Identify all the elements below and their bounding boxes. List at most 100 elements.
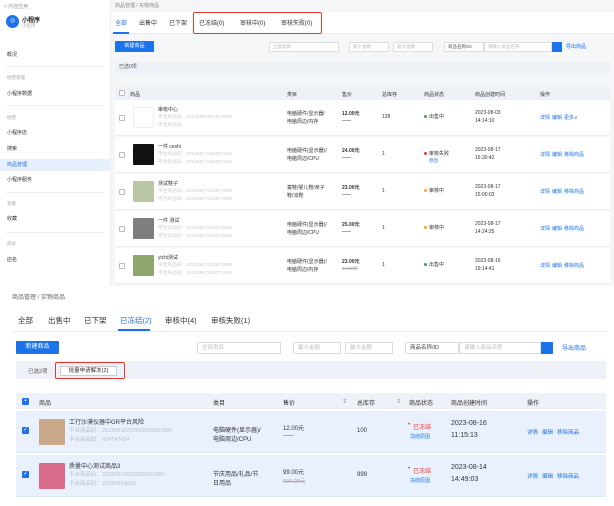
- select-all-checkbox[interactable]: [119, 90, 125, 96]
- status-badge: 审核失败: [429, 151, 450, 157]
- row-action-2[interactable]: 移除商品: [557, 472, 579, 480]
- row-checkbox[interactable]: [119, 226, 125, 232]
- tab-under-review[interactable]: 审核中(4): [165, 315, 197, 326]
- product-name[interactable]: 审核中心: [158, 106, 178, 113]
- product-code: 平台商品码：: [158, 122, 187, 127]
- tab-bar: 全部 出售中 已下架 已冻结(0) 审核中(0) 审核失败(0): [111, 12, 614, 34]
- row-action-0[interactable]: 详情: [540, 262, 550, 269]
- sidebar-item-data[interactable]: 小程序数据: [0, 88, 110, 100]
- tab-review-failed[interactable]: 审核失败(1): [211, 315, 250, 326]
- product-name[interactable]: 测试鞋子: [158, 180, 178, 187]
- row-action-0[interactable]: 详情: [540, 225, 550, 232]
- row-action-0[interactable]: 详情: [540, 188, 550, 195]
- product-category: 电脑周边/CPU: [287, 230, 319, 236]
- created-date: 2023-08-16: [475, 258, 501, 264]
- name-type-select[interactable]: 商品名称/ID: [405, 342, 459, 354]
- min-price-input[interactable]: 最小金额: [349, 42, 389, 52]
- product-name[interactable]: 一件 测试: [158, 217, 179, 224]
- row-action-1[interactable]: 编辑: [542, 428, 553, 436]
- search-button[interactable]: [541, 342, 553, 354]
- table-row: 一件 测试 平台商品码：20230817163071892 平台商品码：202308…: [115, 211, 610, 247]
- row-action-2[interactable]: 移除商品: [557, 428, 579, 436]
- row-checkbox[interactable]: [119, 152, 125, 158]
- tab-on-sale[interactable]: 出售中: [48, 315, 71, 326]
- header-created-time: 商品创建时间: [451, 401, 488, 407]
- tab-all[interactable]: 全部: [115, 18, 127, 27]
- name-type-select[interactable]: 商品名称/ID: [444, 42, 484, 52]
- name-search-input[interactable]: 请输入商品名称: [484, 42, 552, 52]
- header-actions: 操作: [540, 92, 551, 98]
- row-checkbox[interactable]: ✓: [22, 427, 29, 434]
- row-action-1[interactable]: 编辑: [552, 225, 562, 232]
- max-price-input[interactable]: 最大金额: [345, 342, 393, 354]
- row-action-0[interactable]: 详情: [540, 151, 550, 158]
- row-action-1[interactable]: 编辑: [552, 114, 562, 121]
- max-price-input[interactable]: 最大金额: [393, 42, 433, 52]
- product-stock: 999: [357, 472, 368, 478]
- row-action-2[interactable]: 移除商品: [564, 151, 584, 158]
- sidebar-item-store[interactable]: 小程序店: [0, 127, 110, 139]
- freeze-reason-link[interactable]: 冻结原因: [410, 433, 430, 440]
- search-button[interactable]: [552, 42, 562, 52]
- row-action-2[interactable]: 更多∨: [564, 114, 578, 121]
- row-action-0[interactable]: 详情: [527, 428, 538, 436]
- product-original-price: ——: [342, 229, 351, 234]
- created-date: 2023-08-16: [451, 420, 487, 427]
- product-name[interactable]: 质量中心测试商品3: [69, 461, 120, 470]
- sort-icon[interactable]: ⇕: [396, 398, 401, 405]
- sidebar-back-link[interactable]: < 内容应用: [4, 3, 28, 10]
- sidebar-item-favorites[interactable]: 收藏: [0, 213, 110, 225]
- tab-frozen[interactable]: 已冻结(2): [120, 315, 152, 326]
- min-price-input[interactable]: 最小金额: [293, 342, 341, 354]
- row-action-1[interactable]: 编辑: [552, 188, 562, 195]
- product-original-price: 999.00元: [283, 479, 306, 485]
- export-button[interactable]: 导出商品: [566, 43, 586, 50]
- created-time: 16:30:42: [475, 155, 495, 161]
- row-checkbox[interactable]: [119, 263, 125, 269]
- status-reason-link[interactable]: 原因: [429, 158, 438, 164]
- active-tab-indicator: [113, 32, 129, 34]
- select-all-checkbox[interactable]: ▪: [22, 398, 29, 405]
- status-badge: 出售中: [429, 262, 445, 268]
- row-checkbox[interactable]: [119, 115, 125, 121]
- new-product-button[interactable]: 新建商品: [16, 341, 59, 354]
- product-stock: 1: [382, 188, 385, 194]
- product-name[interactable]: 一件 ceshi: [158, 143, 181, 150]
- row-action-0[interactable]: 详情: [527, 472, 538, 480]
- table-header: 商品 类目 售价 总库存 商品状态 商品创建时间 操作: [115, 87, 610, 100]
- row-checkbox[interactable]: ✓: [22, 471, 29, 478]
- tab-all[interactable]: 全部: [18, 315, 33, 326]
- sidebar-item-overview[interactable]: 概况: [0, 49, 110, 61]
- status-badge: 已冻结: [413, 469, 432, 475]
- header-stock: 总库存: [357, 401, 376, 407]
- row-action-2[interactable]: 移除商品: [564, 262, 584, 269]
- sidebar-item-product-management[interactable]: 商品管理: [0, 159, 110, 171]
- category-select[interactable]: 全部类目: [269, 42, 339, 52]
- sidebar-item-service[interactable]: 小程序服务: [0, 174, 110, 186]
- tab-off-shelf[interactable]: 已下架: [169, 18, 187, 27]
- product-name[interactable]: yichi测试: [158, 254, 178, 261]
- row-action-1[interactable]: 编辑: [552, 151, 562, 158]
- export-button[interactable]: 导出商品: [562, 343, 586, 352]
- new-product-button[interactable]: 新建商品: [115, 41, 154, 52]
- tab-off-shelf[interactable]: 已下架: [84, 315, 107, 326]
- highlight-box: [193, 12, 322, 34]
- status-badge: 审核中: [429, 225, 445, 231]
- sidebar-item-store-name[interactable]: 店名: [0, 254, 110, 266]
- row-action-1[interactable]: 编辑: [552, 262, 562, 269]
- header-status: 商品状态: [424, 92, 445, 98]
- category-select[interactable]: 全部类目: [197, 342, 281, 354]
- row-action-1[interactable]: 编辑: [542, 472, 553, 480]
- tab-on-sale[interactable]: 出售中: [139, 18, 157, 27]
- row-action-0[interactable]: 详情: [540, 114, 550, 121]
- product-name[interactable]: 工行沙漠仪器中GR平台风险: [69, 417, 144, 426]
- sort-icon[interactable]: ⇕: [342, 398, 347, 405]
- freeze-reason-link[interactable]: 冻结原因: [410, 477, 430, 484]
- row-action-2[interactable]: 移除商品: [564, 188, 584, 195]
- row-action-2[interactable]: 移除商品: [564, 225, 584, 232]
- name-search-input[interactable]: 请输入商品名称: [459, 342, 541, 354]
- table-header: [16, 393, 606, 409]
- sidebar-item-search[interactable]: 搜索: [0, 143, 110, 155]
- product-thumbnail: [133, 181, 154, 202]
- row-checkbox[interactable]: [119, 189, 125, 195]
